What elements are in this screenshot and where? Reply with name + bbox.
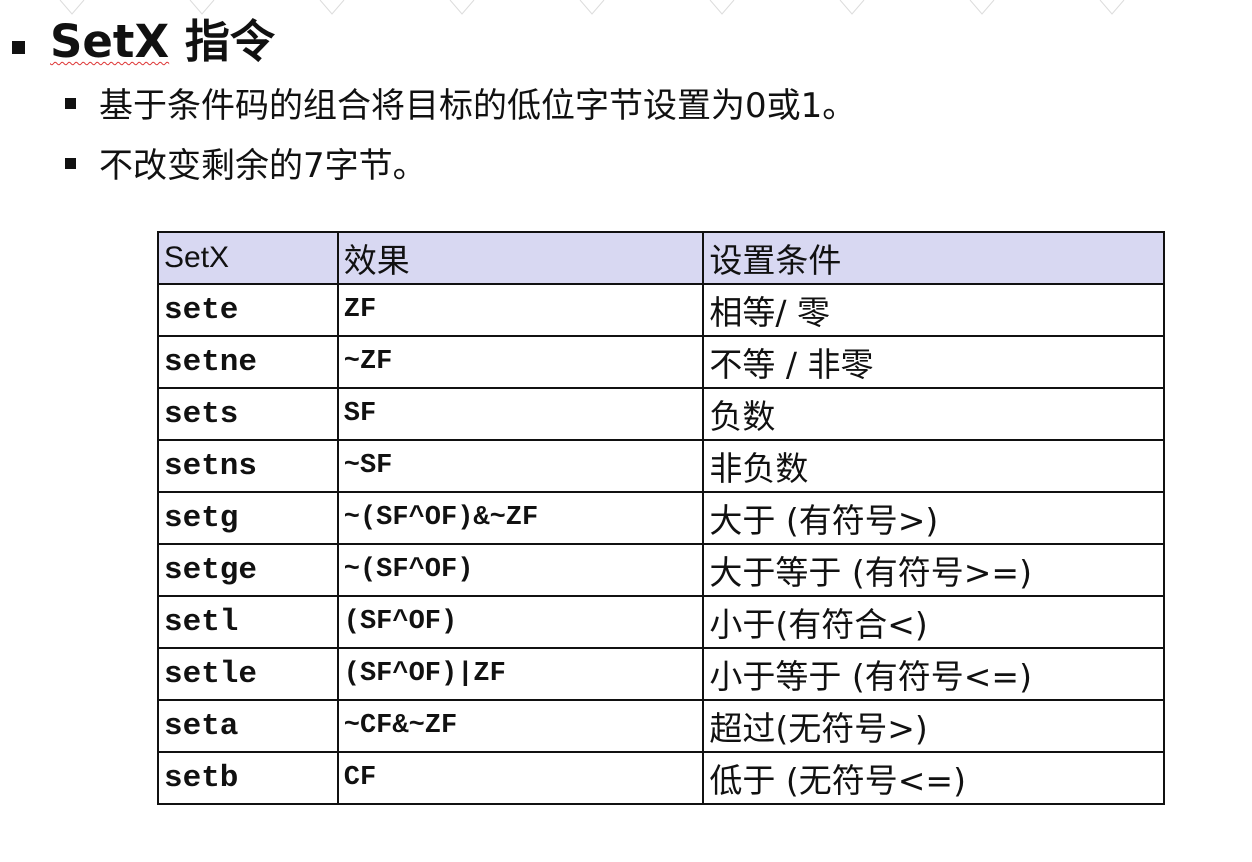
- header-effect: 效果: [336, 231, 705, 285]
- condition-cell: 不等 / 非零: [702, 335, 1165, 389]
- table-row: setle (SF^OF)|ZF 小于等于 (有符号<=): [157, 647, 1165, 701]
- title-suffix: 指令: [184, 15, 275, 68]
- effect-cell: ~SF: [336, 439, 705, 493]
- instruction-cell: setg: [157, 491, 339, 545]
- table-header-row: SetX 效果 设置条件: [157, 231, 1165, 285]
- condition-cell: 负数: [702, 387, 1165, 441]
- table-row: setns ~SF 非负数: [157, 439, 1165, 493]
- slide-title: SetX 指令: [50, 12, 275, 72]
- condition-cell: 大于等于 (有符号>=): [702, 543, 1165, 597]
- condition-cell: 小于(有符合<): [702, 595, 1165, 649]
- instruction-cell: setne: [157, 335, 339, 389]
- effect-cell: ZF: [336, 283, 705, 337]
- table-row: setge ~(SF^OF) 大于等于 (有符号>=): [157, 543, 1165, 597]
- effect-cell: ~ZF: [336, 335, 705, 389]
- bullet-text: 不改变剩余的7字节。: [99, 146, 427, 186]
- instruction-cell: setns: [157, 439, 339, 493]
- instruction-cell: sete: [157, 283, 339, 337]
- table-row: setb CF 低于 (无符号<=): [157, 751, 1165, 805]
- condition-cell: 小于等于 (有符号<=): [702, 647, 1165, 701]
- effect-cell: (SF^OF): [336, 595, 705, 649]
- table-row: setl (SF^OF) 小于(有符合<): [157, 595, 1165, 649]
- table-row: setne ~ZF 不等 / 非零: [157, 335, 1165, 389]
- condition-cell: 大于 (有符号>): [702, 491, 1165, 545]
- condition-cell: 超过(无符号>): [702, 699, 1165, 753]
- table-row: sets SF 负数: [157, 387, 1165, 441]
- square-bullet-icon: [65, 98, 76, 109]
- effect-cell: ~(SF^OF)&~ZF: [336, 491, 705, 545]
- title-keyword: SetX: [50, 15, 170, 68]
- bullet-text: 基于条件码的组合将目标的低位字节设置为0或1。: [99, 86, 857, 126]
- condition-cell: 非负数: [702, 439, 1165, 493]
- instruction-cell: setle: [157, 647, 339, 701]
- instruction-cell: setl: [157, 595, 339, 649]
- title-bullet-icon: [12, 41, 25, 54]
- header-setx: SetX: [157, 231, 339, 285]
- instruction-cell: setge: [157, 543, 339, 597]
- condition-cell: 相等/ 零: [702, 283, 1165, 337]
- effect-cell: ~CF&~ZF: [336, 699, 705, 753]
- table-row: sete ZF 相等/ 零: [157, 283, 1165, 337]
- effect-cell: SF: [336, 387, 705, 441]
- effect-cell: CF: [336, 751, 705, 805]
- table-row: seta ~CF&~ZF 超过(无符号>): [157, 699, 1165, 753]
- effect-cell: ~(SF^OF): [336, 543, 705, 597]
- instruction-cell: setb: [157, 751, 339, 805]
- instruction-cell: sets: [157, 387, 339, 441]
- square-bullet-icon: [65, 158, 76, 169]
- instruction-cell: seta: [157, 699, 339, 753]
- condition-cell: 低于 (无符号<=): [702, 751, 1165, 805]
- header-condition: 设置条件: [702, 231, 1165, 285]
- effect-cell: (SF^OF)|ZF: [336, 647, 705, 701]
- setx-table: SetX 效果 设置条件 sete ZF 相等/ 零 setne ~ZF 不等 …: [157, 231, 1165, 805]
- table-row: setg ~(SF^OF)&~ZF 大于 (有符号>): [157, 491, 1165, 545]
